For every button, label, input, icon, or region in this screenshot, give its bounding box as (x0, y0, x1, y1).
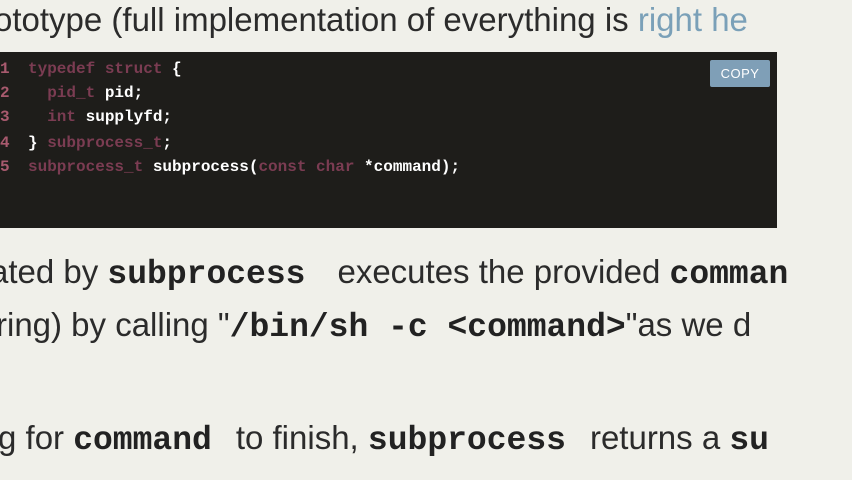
p3-code-su: su (729, 422, 769, 459)
p3-text-2: to finish, (235, 419, 368, 456)
p1-text-1: ated by (0, 253, 108, 290)
code-line: 1 typedef struct { (0, 57, 182, 81)
paragraph-line-3: g for command to finish, subprocess return… (0, 418, 769, 461)
code-keyword: subprocess_t (28, 158, 144, 176)
heading-text: ototype (full implementation of everythi… (0, 1, 638, 38)
code-text: { (162, 60, 182, 78)
line-number: 1 (0, 60, 10, 78)
code-line: 5 subprocess_t subprocess(const char *com… (0, 155, 460, 179)
paragraph-line-2: ring) by calling "/bin/sh -c <command>"a… (0, 305, 751, 348)
code-text: } (28, 134, 48, 152)
line-number: 2 (0, 84, 10, 102)
copy-button[interactable]: COPY (710, 60, 770, 87)
code-keyword: int (47, 108, 77, 126)
paragraph-line-1: ated by subprocess executes the provided … (0, 252, 788, 295)
p1-code-command: comman (669, 256, 789, 293)
p2-code-bin-sh: /bin/sh -c <command> (229, 309, 626, 346)
heading-line: ototype (full implementation of everythi… (0, 0, 748, 40)
code-block: 1 typedef struct {2 pid_t pid; 3 int suppl… (0, 52, 777, 228)
line-number: 5 (0, 158, 10, 176)
p2-text-2: "as we d (625, 306, 752, 343)
code-keyword: subprocess_t (47, 134, 163, 152)
p3-code-subprocess: subprocess (367, 422, 566, 459)
code-line: 2 pid_t pid; (0, 81, 143, 105)
code-text: *command); (354, 158, 461, 176)
code-keyword: typedef struct (28, 60, 163, 78)
p3-text-1: g for (0, 419, 74, 456)
code-keyword: const char (258, 158, 355, 176)
code-line: 3 int supplyfd; (0, 105, 172, 129)
code-text: ; (162, 134, 173, 152)
code-text: supplyfd; (76, 108, 173, 126)
right-here-link[interactable]: right he (638, 1, 748, 38)
p1-code-subprocess: subprocess (107, 256, 306, 293)
p1-text-2: executes the provided (337, 253, 670, 290)
p3-code-command: command (73, 422, 212, 459)
code-line: 4} subprocess_t; (0, 131, 172, 155)
p2-text-1: ring) by calling " (0, 306, 230, 343)
code-text: pid; (95, 84, 144, 102)
code-keyword: pid_t (47, 84, 96, 102)
line-number: 4 (0, 134, 10, 152)
p3-text-3: returns a (589, 419, 730, 456)
code-text: subprocess( (143, 158, 259, 176)
line-number: 3 (0, 108, 10, 126)
